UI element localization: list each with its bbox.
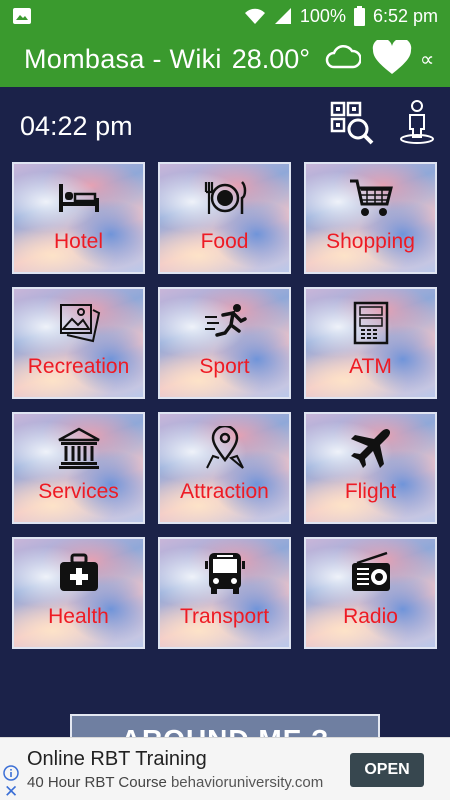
share-icon[interactable]: ∝ <box>420 47 434 72</box>
tile-label: Sport <box>199 355 250 378</box>
tile-label: ATM <box>349 355 392 378</box>
person-location-icon[interactable] <box>398 99 436 145</box>
current-time: 04:22 pm <box>20 111 133 141</box>
tile-atm[interactable]: ATM <box>304 287 437 399</box>
battery-level: 100% <box>299 5 346 26</box>
image-gallery-icon <box>57 301 101 345</box>
bank-building-icon <box>57 426 101 470</box>
bed-icon <box>57 176 101 220</box>
tile-sport[interactable]: Sport <box>158 287 291 399</box>
plate-cutlery-icon <box>203 176 247 220</box>
shopping-cart-icon <box>349 176 393 220</box>
tile-label: Transport <box>179 605 270 628</box>
tile-label: Hotel <box>53 230 104 253</box>
tile-label: Recreation <box>27 355 130 378</box>
ad-banner[interactable]: ✕ Online RBT Training 40 Hour RBT Course… <box>0 737 450 800</box>
signal-icon <box>274 7 292 25</box>
radio-icon <box>349 551 393 595</box>
time-row: 04:22 pm <box>0 97 450 157</box>
medical-kit-icon <box>57 551 101 595</box>
qr-search-icon[interactable] <box>330 101 374 145</box>
bus-icon <box>203 551 247 595</box>
ad-domain: behavioruniversity.com <box>170 774 324 791</box>
cloud-weather-icon[interactable] <box>325 42 362 77</box>
tile-label: Flight <box>344 480 397 503</box>
ad-course-text: 40 Hour RBT Course <box>27 774 167 791</box>
favorite-heart-icon[interactable] <box>372 38 412 81</box>
page-title: Mombasa - Wiki <box>24 44 222 74</box>
ad-close-icon[interactable]: ✕ <box>4 782 18 800</box>
tile-transport[interactable]: Transport <box>158 537 291 649</box>
ad-open-button[interactable]: OPEN <box>350 753 424 787</box>
temperature-value: 28.00° <box>231 44 311 74</box>
tile-label: Shopping <box>326 230 415 253</box>
ad-headline: Online RBT Training <box>27 748 207 770</box>
app-bar: Mombasa - Wiki 28.00° ∝ <box>0 32 450 87</box>
tile-flight[interactable]: Flight <box>304 412 437 524</box>
image-notification-icon <box>12 7 32 25</box>
tile-attraction[interactable]: Attraction <box>158 412 291 524</box>
running-person-icon <box>203 301 247 345</box>
atm-machine-icon <box>349 301 393 345</box>
tile-food[interactable]: Food <box>158 162 291 274</box>
tile-label: Services <box>38 480 119 503</box>
tile-services[interactable]: Services <box>12 412 145 524</box>
tile-health[interactable]: Health <box>12 537 145 649</box>
tile-shopping[interactable]: Shopping <box>304 162 437 274</box>
airplane-icon <box>349 426 393 470</box>
battery-icon <box>353 6 365 26</box>
category-grid: Hotel Food Shopping Recreation Sport ATM <box>12 162 440 652</box>
tile-label: Health <box>48 605 109 628</box>
tile-radio[interactable]: Radio <box>304 537 437 649</box>
wifi-icon <box>244 7 266 25</box>
tile-label: Radio <box>343 605 398 628</box>
ad-subline: 40 Hour RBT Course behavioruniversity.co… <box>27 774 323 791</box>
tile-hotel[interactable]: Hotel <box>12 162 145 274</box>
status-bar: 100% 6:52 pm <box>0 0 450 32</box>
tile-recreation[interactable]: Recreation <box>12 287 145 399</box>
map-pin-icon <box>203 424 247 470</box>
tile-label: Attraction <box>180 480 269 503</box>
tile-label: Food <box>200 230 249 253</box>
status-time: 6:52 pm <box>372 5 438 26</box>
